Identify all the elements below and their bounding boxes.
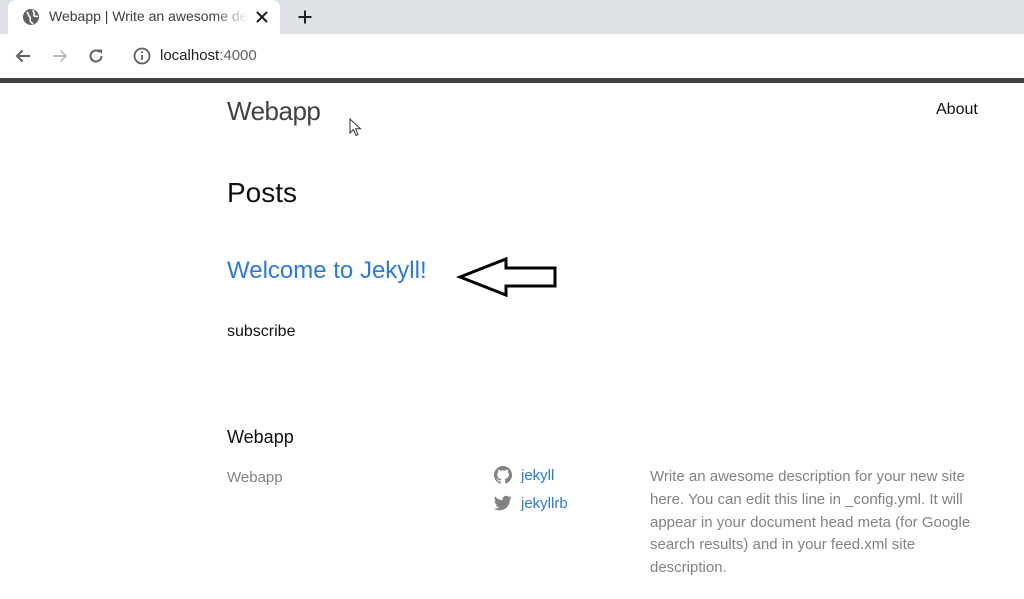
reload-button[interactable] <box>84 44 108 68</box>
new-tab-button[interactable] <box>292 4 318 30</box>
back-button[interactable] <box>11 44 35 68</box>
browser-tab[interactable]: Webapp | Write an awesome description fo… <box>8 0 280 34</box>
twitter-icon <box>494 495 512 511</box>
twitter-link[interactable]: jekyllrb <box>494 494 568 512</box>
twitter-username: jekyllrb <box>521 494 568 512</box>
github-link[interactable]: jekyll <box>494 466 554 484</box>
footer-site-name: Webapp <box>227 469 283 486</box>
post-link[interactable]: Welcome to Jekyll! <box>227 257 427 285</box>
globe-icon <box>23 9 39 25</box>
url-host: localhost <box>160 47 220 64</box>
tab-title: Webapp | Write an awesome description fo… <box>49 8 249 24</box>
browser-toolbar: localhost:4000 <box>0 34 1024 78</box>
site-title-link[interactable]: Webapp <box>227 96 321 127</box>
nav-about-link[interactable]: About <box>936 101 978 119</box>
info-icon[interactable] <box>132 46 152 66</box>
site-header-border <box>0 78 1024 83</box>
arrow-left-icon <box>456 256 557 298</box>
subscribe-text: subscribe <box>227 323 296 340</box>
close-tab-button[interactable] <box>252 7 272 27</box>
tab-strip: Webapp | Write an awesome description fo… <box>0 0 1024 34</box>
arrow-right-icon <box>53 49 68 63</box>
close-icon <box>256 11 268 23</box>
github-username: jekyll <box>521 466 555 484</box>
plus-icon <box>298 10 312 24</box>
url-port: :4000 <box>219 47 257 64</box>
arrow-left-icon <box>15 49 30 63</box>
address-bar[interactable]: localhost:4000 <box>160 47 257 64</box>
mouse-cursor-icon <box>349 118 362 137</box>
footer-heading: Webapp <box>227 427 294 447</box>
reload-icon <box>89 49 103 63</box>
github-icon <box>494 466 512 484</box>
page-heading: Posts <box>227 177 298 208</box>
forward-button[interactable] <box>48 44 72 68</box>
site-description: Write an awesome description for your ne… <box>650 468 971 577</box>
